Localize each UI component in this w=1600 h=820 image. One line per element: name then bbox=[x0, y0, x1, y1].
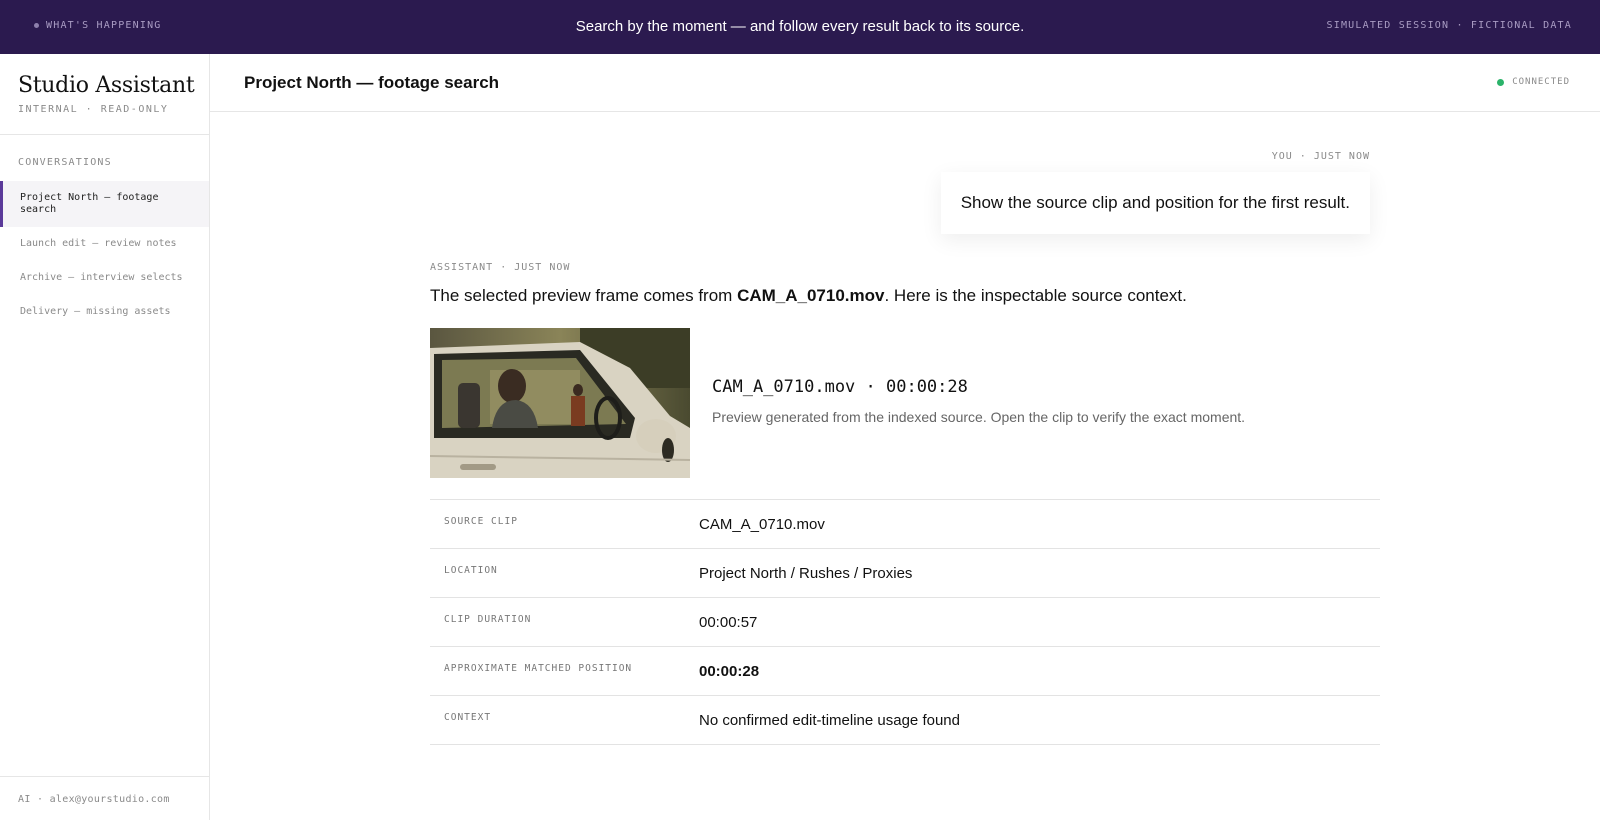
table-row: SOURCE CLIP CAM_A_0710.mov bbox=[430, 500, 1380, 549]
session-notice: SIMULATED SESSION · FICTIONAL DATA bbox=[1326, 20, 1572, 31]
detail-value: 00:00:57 bbox=[699, 614, 758, 631]
detail-value: Project North / Rushes / Proxies bbox=[699, 565, 913, 582]
table-row: CONTEXT No confirmed edit-timeline usage… bbox=[430, 696, 1380, 745]
preview-note: Preview generated from the indexed sourc… bbox=[712, 409, 1246, 425]
connection-status: CONNECTED bbox=[1497, 77, 1570, 87]
conversation-item-archive[interactable]: Archive — interview selects bbox=[0, 261, 209, 295]
preview-clip-title: CAM_A_0710.mov · 00:00:28 bbox=[712, 377, 968, 397]
preview-frame-image bbox=[430, 328, 690, 478]
account-footer[interactable]: AI · alex@yourstudio.com bbox=[0, 776, 209, 820]
detail-key: SOURCE CLIP bbox=[444, 516, 518, 527]
conversation-item-project-north[interactable]: Project North — footage search bbox=[0, 181, 209, 227]
user-message-meta: YOU · JUST NOW bbox=[1271, 151, 1370, 162]
conversation-item-launch-edit[interactable]: Launch edit — review notes bbox=[0, 227, 209, 261]
assistant-text-prefix: The selected preview frame comes from bbox=[430, 286, 738, 305]
user-message: Show the source clip and position for th… bbox=[940, 172, 1370, 234]
assistant-message: The selected preview frame comes from CA… bbox=[430, 286, 1187, 306]
announcement-banner: WHAT'S HAPPENING Search by the moment — … bbox=[0, 0, 1600, 54]
detail-value: No confirmed edit-timeline usage found bbox=[699, 712, 960, 729]
app-subtitle: INTERNAL · READ-ONLY bbox=[18, 104, 169, 115]
table-row: CLIP DURATION 00:00:57 bbox=[430, 598, 1380, 647]
detail-key: CONTEXT bbox=[444, 712, 492, 723]
table-row: APPROXIMATE MATCHED POSITION 00:00:28 bbox=[430, 647, 1380, 696]
table-row: LOCATION Project North / Rushes / Proxie… bbox=[430, 549, 1380, 598]
conversation-title: Project North — footage search bbox=[244, 73, 500, 92]
assistant-clip-name: CAM_A_0710.mov bbox=[737, 286, 885, 305]
app-name: Studio Assistant bbox=[18, 73, 195, 98]
main-panel: Project North — footage search CONNECTED… bbox=[210, 54, 1600, 820]
conversation-header: Project North — footage search CONNECTED bbox=[210, 54, 1600, 112]
status-text: CONNECTED bbox=[1512, 77, 1570, 87]
assistant-message-meta: ASSISTANT · JUST NOW bbox=[430, 262, 571, 273]
detail-value: CAM_A_0710.mov bbox=[699, 516, 825, 533]
assistant-text-suffix: . Here is the inspectable source context… bbox=[884, 286, 1187, 305]
preview-frame-thumbnail[interactable] bbox=[430, 328, 690, 478]
conversation-item-delivery[interactable]: Delivery — missing assets bbox=[0, 295, 209, 329]
detail-key: LOCATION bbox=[444, 565, 498, 576]
sidebar: Studio Assistant INTERNAL · READ-ONLY CO… bbox=[0, 54, 210, 820]
detail-key: CLIP DURATION bbox=[444, 614, 532, 625]
detail-value: 00:00:28 bbox=[699, 663, 760, 680]
status-dot-icon bbox=[1497, 78, 1505, 86]
source-details-table: SOURCE CLIP CAM_A_0710.mov LOCATION Proj… bbox=[430, 499, 1380, 745]
brand-block: Studio Assistant INTERNAL · READ-ONLY bbox=[0, 54, 209, 135]
detail-key: APPROXIMATE MATCHED POSITION bbox=[444, 663, 633, 674]
conversations-heading: CONVERSATIONS bbox=[18, 157, 112, 168]
